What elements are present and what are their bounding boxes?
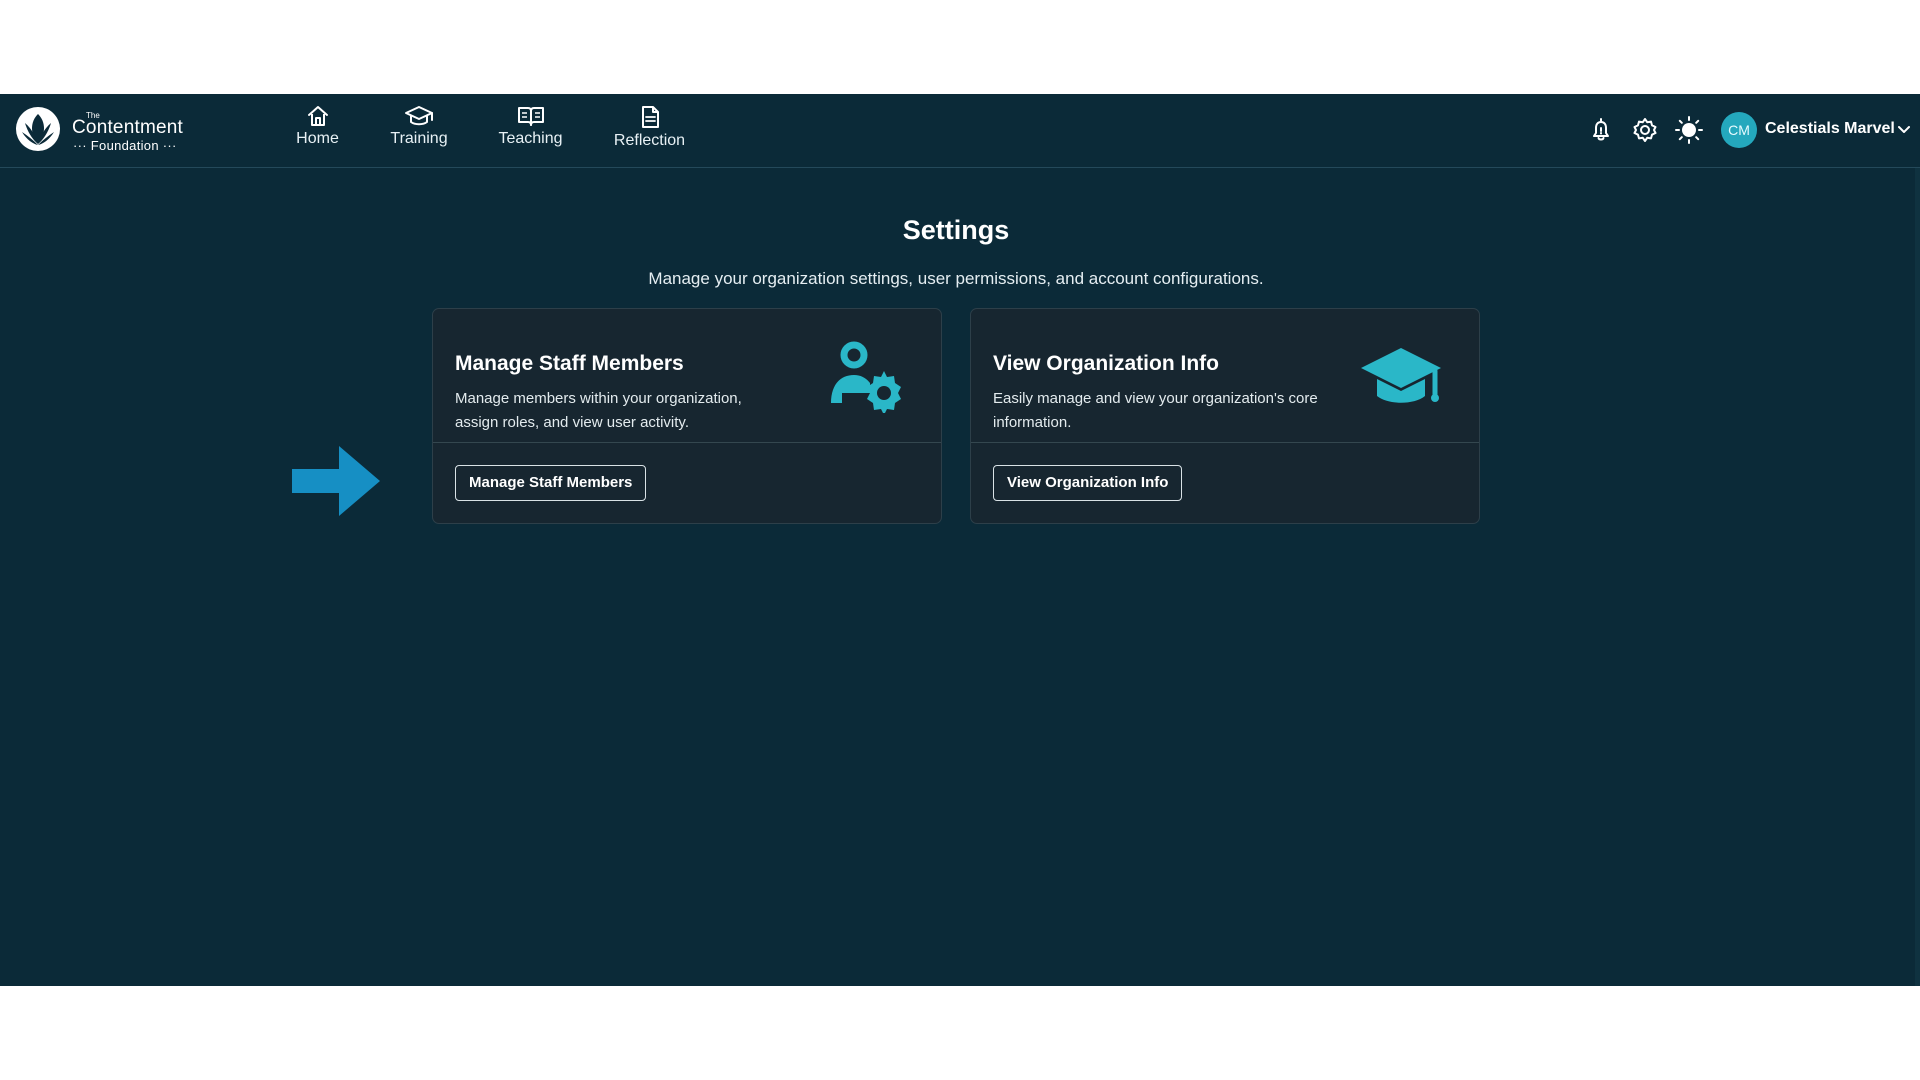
organization-info-title: View Organization Info [993,352,1219,376]
document-icon [641,106,659,128]
gear-icon[interactable] [1631,116,1659,144]
contentment-foundation-logo[interactable]: The Contentment ··· Foundation ··· [15,106,195,156]
home-icon [307,106,328,126]
nav-teaching-label: Teaching [498,130,563,147]
manage-staff-title: Manage Staff Members [455,352,684,376]
chevron-down-icon[interactable] [1897,123,1911,137]
nav-training-label: Training [390,130,448,147]
view-organization-info-button[interactable]: View Organization Info [993,465,1183,501]
user-gear-icon [831,341,901,413]
app-window: The Contentment ··· Foundation ··· Home … [0,94,1920,986]
logo-name: Contentment [72,117,183,138]
lotus-logo-icon [16,107,60,151]
manage-staff-button[interactable]: Manage Staff Members [455,465,647,501]
vertical-scrollbar-track[interactable] [1915,168,1920,986]
right-arrow-icon [292,446,380,516]
nav-home-label: Home [296,130,339,147]
manage-staff-description: Manage members within your organization,… [455,390,742,431]
user-avatar[interactable]: CM [1721,112,1757,148]
nav-home[interactable]: Home [291,105,344,155]
organization-info-card-header: View Organization Info Easily manage and… [971,309,1479,443]
organization-info-description: Easily manage and view your organization… [993,390,1318,431]
open-book-icon [517,107,544,126]
logo-subtitle: ··· Foundation ··· [73,138,177,153]
top-navigation-bar: The Contentment ··· Foundation ··· Home … [0,94,1920,168]
graduation-cap-icon [1361,348,1441,403]
sun-icon[interactable] [1675,116,1703,144]
bell-icon[interactable] [1587,116,1615,144]
organization-info-card: View Organization Info Easily manage and… [970,308,1480,524]
page-subtitle: Manage your organization settings, user … [648,269,1264,288]
user-name[interactable]: Celestials Marvel [1765,119,1895,139]
nav-teaching[interactable]: Teaching [498,105,563,155]
manage-staff-card-header: Manage Staff Members Manage members with… [433,309,941,443]
nav-reflection-label: Reflection [613,132,686,149]
nav-training[interactable]: Training [389,105,449,155]
nav-reflection[interactable]: Reflection [612,105,687,155]
manage-staff-card: Manage Staff Members Manage members with… [432,308,942,524]
graduation-cap-icon [405,106,433,126]
page-title: Settings [902,215,1010,246]
